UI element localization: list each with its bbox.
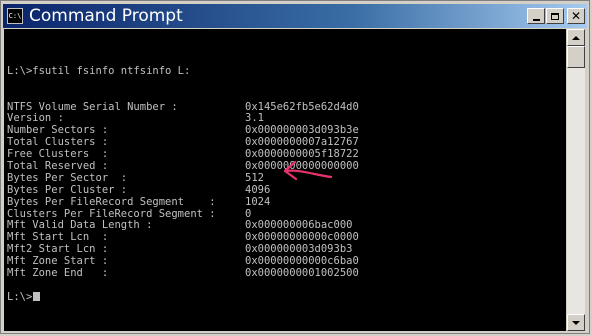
prompt-text: L:\>	[7, 290, 33, 303]
console-row-label: Bytes Per FileRecord Segment :	[7, 195, 216, 208]
console-row: Bytes Per Sector : 512	[7, 171, 264, 185]
console-lines: L:\>fsutil fsinfo ntfsinfo L: NTFS Volum…	[7, 42, 359, 304]
console-row: Mft Zone End : 0x0000000001002500	[7, 266, 359, 280]
text-cursor	[33, 291, 41, 301]
console-row: Bytes Per FileRecord Segment : 1024	[7, 196, 270, 209]
close-icon: ✕	[570, 9, 582, 23]
console-row-label: Mft Zone End :	[7, 266, 109, 279]
title-bar[interactable]: C:\ Command Prompt ✕	[3, 4, 587, 28]
console-app-icon: C:\	[7, 8, 23, 24]
command-line: L:\>fsutil fsinfo ntfsinfo L:	[7, 64, 191, 77]
scroll-down-button[interactable]	[567, 314, 585, 331]
scroll-up-icon	[572, 35, 580, 40]
window-title: Command Prompt	[29, 6, 183, 26]
console-row-label: Bytes Per Sector :	[7, 171, 128, 184]
maximize-icon	[551, 12, 559, 20]
console-row-value: 512	[245, 171, 264, 184]
scrollbar-thumb[interactable]	[567, 46, 585, 68]
scroll-down-icon	[572, 320, 580, 325]
console-row-value: 4096	[245, 183, 271, 196]
maximize-button[interactable]	[546, 8, 564, 24]
prompt-line[interactable]: L:\>	[7, 290, 190, 304]
console-row-label: Bytes Per Cluster :	[7, 183, 128, 196]
minimize-icon	[532, 18, 540, 21]
scroll-up-button[interactable]	[567, 29, 585, 46]
console-row-value: 0x0000000001002500	[245, 266, 359, 279]
command-prompt-window: C:\ Command Prompt ✕ L:\>fsutil fsinfo n…	[0, 0, 590, 334]
console-row: Bytes Per Cluster : 4096	[7, 183, 270, 197]
close-button[interactable]: ✕	[567, 8, 585, 24]
console-row-value: 1024	[245, 195, 271, 208]
vertical-scrollbar[interactable]	[567, 29, 585, 331]
minimize-button[interactable]	[527, 8, 545, 24]
console-output[interactable]: L:\>fsutil fsinfo ntfsinfo L: NTFS Volum…	[4, 29, 566, 331]
annotation-arrow	[283, 160, 333, 181]
